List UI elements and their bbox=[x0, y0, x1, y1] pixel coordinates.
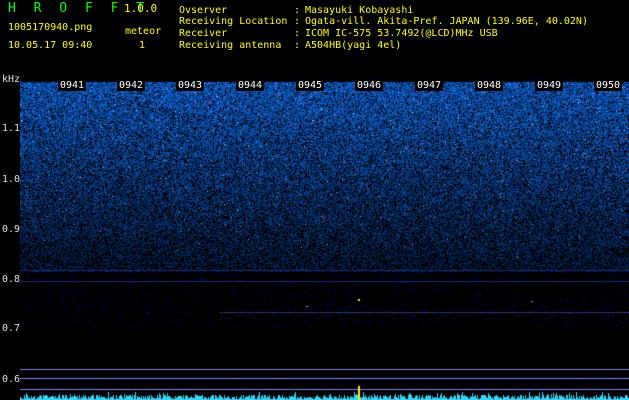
antenna-colon: : bbox=[294, 40, 301, 51]
frequency-unit-label: kHz bbox=[2, 74, 21, 85]
receiver-label: Receiver bbox=[179, 28, 228, 39]
location-colon: : bbox=[294, 16, 301, 27]
antenna-label: Receiving antenna bbox=[179, 40, 282, 51]
time-tick-label: 0941 bbox=[58, 80, 87, 91]
app-version: 1.0.0 bbox=[124, 2, 158, 15]
freq-tick-label: 0.9 bbox=[2, 224, 21, 235]
receiver-value: ICOM IC-575 53.7492(@LCD)MHz USB bbox=[305, 28, 498, 39]
time-tick-label: 0949 bbox=[535, 80, 564, 91]
time-tick-label: 0948 bbox=[475, 80, 504, 91]
freq-tick-label: 0.8 bbox=[2, 274, 21, 285]
location-value: Ogata-vill. Akita-Pref. JAPAN (139.96E, … bbox=[305, 16, 588, 27]
location-label: Receiving Location bbox=[179, 16, 288, 27]
freq-tick-label: 1.1 bbox=[2, 123, 21, 134]
freq-tick-label: 0.6 bbox=[2, 374, 21, 385]
time-tick-label: 0942 bbox=[117, 80, 146, 91]
spectrogram-waterfall bbox=[20, 78, 629, 400]
freq-tick-label: 1.0 bbox=[2, 174, 21, 185]
time-tick-label: 0950 bbox=[594, 80, 623, 91]
time-tick-label: 0945 bbox=[296, 80, 325, 91]
capture-timestamp: 10.05.17 09:40 bbox=[8, 40, 93, 51]
meteor-count-label: meteor bbox=[125, 26, 162, 37]
time-tick-label: 0946 bbox=[355, 80, 384, 91]
image-filename: 1005170940.png bbox=[8, 22, 93, 33]
meteor-count-value: 1 bbox=[139, 40, 146, 51]
receiver-colon: : bbox=[294, 28, 301, 39]
hrofft-screen: H R O F F T 1.0.0 1005170940.png 10.05.1… bbox=[0, 0, 629, 400]
time-tick-label: 0944 bbox=[236, 80, 265, 91]
freq-tick-label: 0.7 bbox=[2, 323, 21, 334]
time-tick-label: 0943 bbox=[176, 80, 205, 91]
time-tick-label: 0947 bbox=[415, 80, 444, 91]
antenna-value: A504HB(yagi 4el) bbox=[305, 40, 402, 51]
